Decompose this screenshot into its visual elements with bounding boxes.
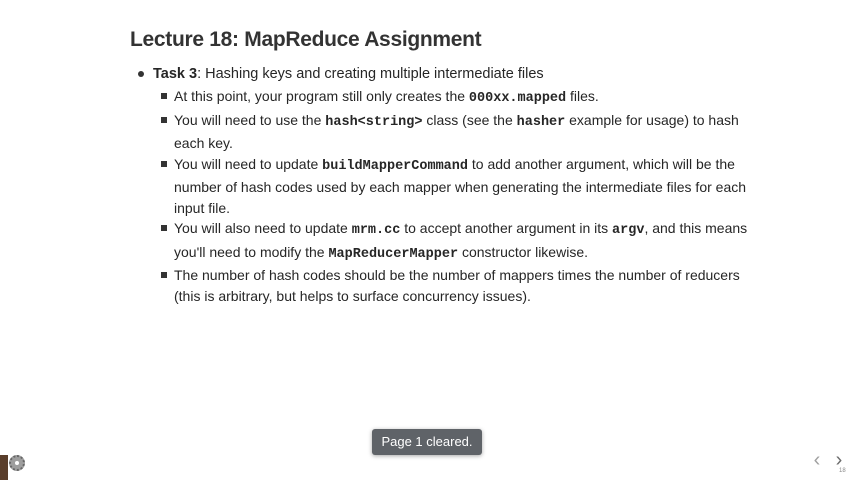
task-text: Task 3: Hashing keys and creating multip… [153,64,544,85]
bullet-square [161,93,167,99]
slide-number: 18 [839,468,846,474]
task-label: Task 3 [153,66,198,82]
list-item: You will need to use the hash<string> cl… [160,110,760,154]
bullet-square [161,225,167,231]
code-text: MapReducerMapper [328,246,459,262]
list-item: You will also need to update mrm.cc to a… [160,218,760,265]
code-text: mrm.cc [351,223,401,238]
list-item: You will need to update buildMapperComma… [160,154,760,219]
bullet-square [161,272,167,278]
list-item: The number of hash codes should be the n… [160,265,760,306]
bullet-square [161,160,167,167]
bullet-square [161,116,167,123]
code-text: buildMapperCommand [322,158,468,174]
prev-slide-icon[interactable]: ‹ [809,450,825,470]
task-subitems: At this point, your program still only c… [160,86,760,306]
settings-gear-icon[interactable] [9,455,25,471]
next-slide-icon[interactable]: › [831,450,847,470]
slide-title: Lecture 18: MapReduce Assignment [130,28,482,51]
code-text: argv [612,223,645,238]
color-swatch[interactable] [0,455,8,480]
toast-notification: Page 1 cleared. [372,429,482,455]
code-text: hash<string> [325,114,423,130]
code-text: hasher [516,114,566,130]
list-item: At this point, your program still only c… [160,86,760,110]
task-description: : Hashing keys and creating multiple int… [197,66,544,82]
bullet-dot [138,71,144,77]
code-text: 000xx.mapped [468,91,567,106]
